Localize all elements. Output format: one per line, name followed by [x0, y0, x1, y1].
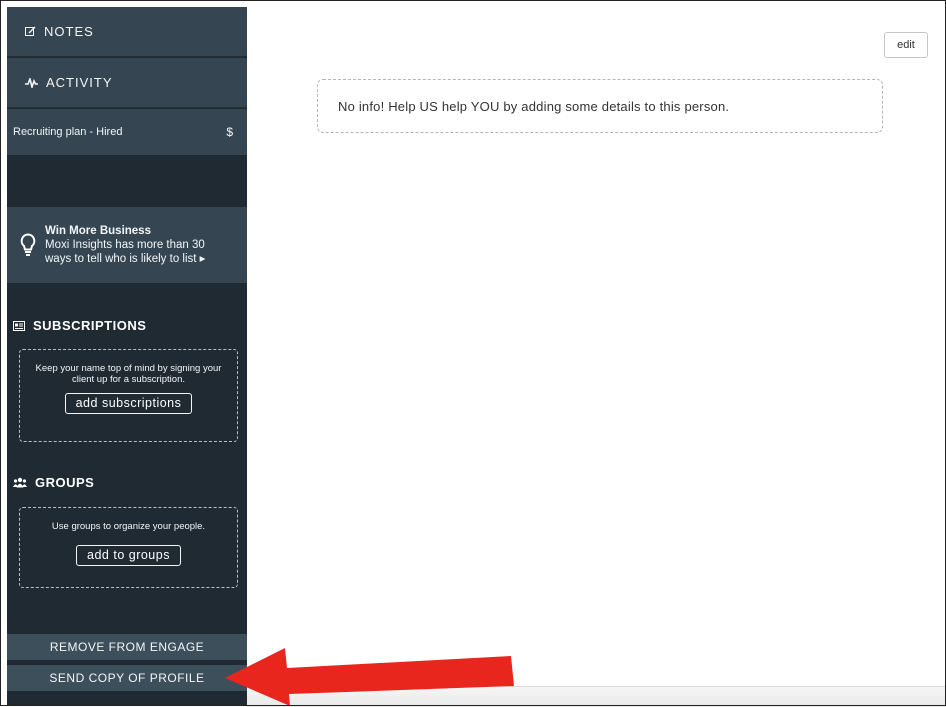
sidebar-item-label: NOTES: [44, 24, 94, 39]
subscriptions-heading-label: SUBSCRIPTIONS: [33, 318, 147, 333]
subscriptions-box: Keep your name top of mind by signing yo…: [19, 349, 238, 442]
sidebar: NOTES ACTIVITY Recruiting plan - Hired $…: [7, 7, 247, 706]
red-arrow-annotation: [225, 648, 514, 706]
promo-title: Win More Business: [45, 225, 151, 237]
sidebar-item-label: ACTIVITY: [46, 75, 113, 90]
activity-pulse-icon: [25, 77, 38, 88]
add-subscriptions-button[interactable]: add subscriptions: [64, 393, 193, 414]
groups-text: Use groups to organize your people.: [51, 521, 206, 532]
people-group-icon: [13, 477, 27, 488]
remove-from-engage-button[interactable]: REMOVE FROM ENGAGE: [7, 634, 247, 660]
recruiting-plan-row[interactable]: Recruiting plan - Hired $: [7, 109, 247, 155]
edit-button[interactable]: edit: [884, 32, 928, 58]
groups-box: Use groups to organize your people. add …: [19, 507, 238, 588]
newspaper-icon: [13, 320, 25, 331]
promo-description: Moxi Insights has more than 30 ways to t…: [45, 239, 206, 265]
groups-heading: GROUPS: [13, 475, 94, 490]
groups-heading-label: GROUPS: [35, 475, 95, 490]
sidebar-item-notes[interactable]: NOTES: [7, 7, 247, 57]
edit-note-icon: [25, 26, 36, 37]
send-copy-of-profile-label: SEND COPY OF PROFILE: [49, 671, 205, 685]
lightbulb-icon: [7, 233, 45, 257]
sidebar-item-activity[interactable]: ACTIVITY: [7, 58, 247, 108]
dollar-badge: $: [226, 125, 233, 139]
no-info-message: No info! Help US help YOU by adding some…: [338, 98, 730, 114]
add-to-groups-button[interactable]: add to groups: [76, 545, 181, 566]
subscriptions-text: Keep your name top of mind by signing yo…: [35, 363, 222, 385]
no-info-message-box: No info! Help US help YOU by adding some…: [317, 79, 883, 133]
subscriptions-heading: SUBSCRIPTIONS: [13, 318, 146, 333]
recruiting-plan-label: Recruiting plan - Hired: [13, 126, 123, 138]
remove-from-engage-label: REMOVE FROM ENGAGE: [49, 640, 205, 654]
promo-text-block: Win More Business Moxi Insights has more…: [45, 224, 225, 266]
send-copy-of-profile-button[interactable]: SEND COPY OF PROFILE: [7, 665, 247, 691]
win-more-business-promo[interactable]: Win More Business Moxi Insights has more…: [7, 207, 247, 283]
